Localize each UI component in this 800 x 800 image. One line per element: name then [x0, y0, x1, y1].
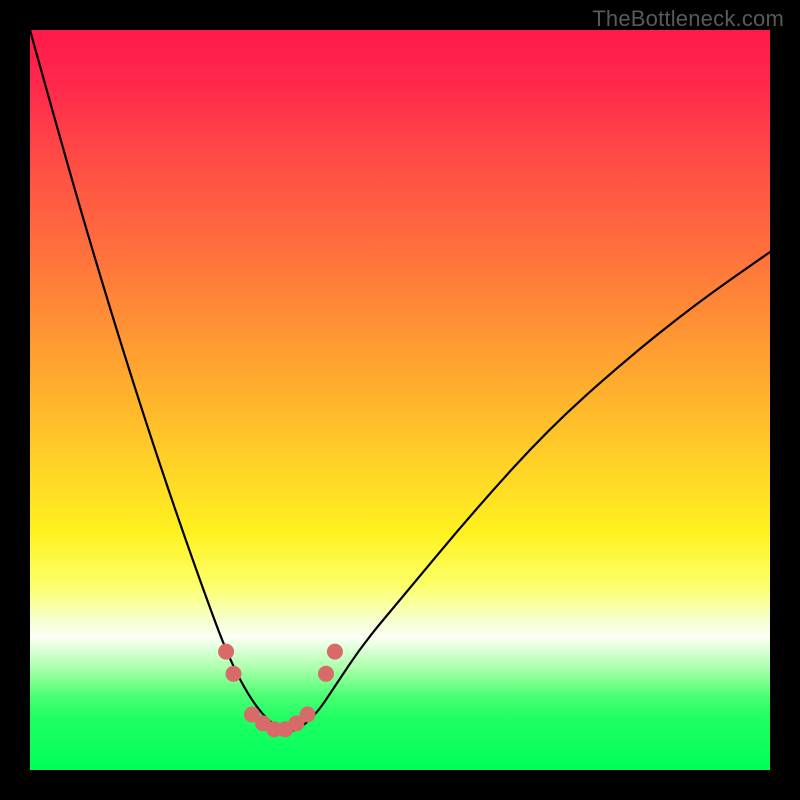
curve-layer — [30, 30, 770, 770]
highlight-dot — [318, 666, 334, 682]
watermark-text: TheBottleneck.com — [592, 6, 784, 32]
highlight-dots — [218, 644, 343, 738]
highlight-dot — [226, 666, 242, 682]
plot-area — [30, 30, 770, 770]
highlight-dot — [327, 644, 343, 660]
bottleneck-curve — [30, 30, 770, 731]
highlight-dot — [218, 644, 234, 660]
highlight-dot — [300, 707, 316, 723]
chart-frame: TheBottleneck.com — [0, 0, 800, 800]
